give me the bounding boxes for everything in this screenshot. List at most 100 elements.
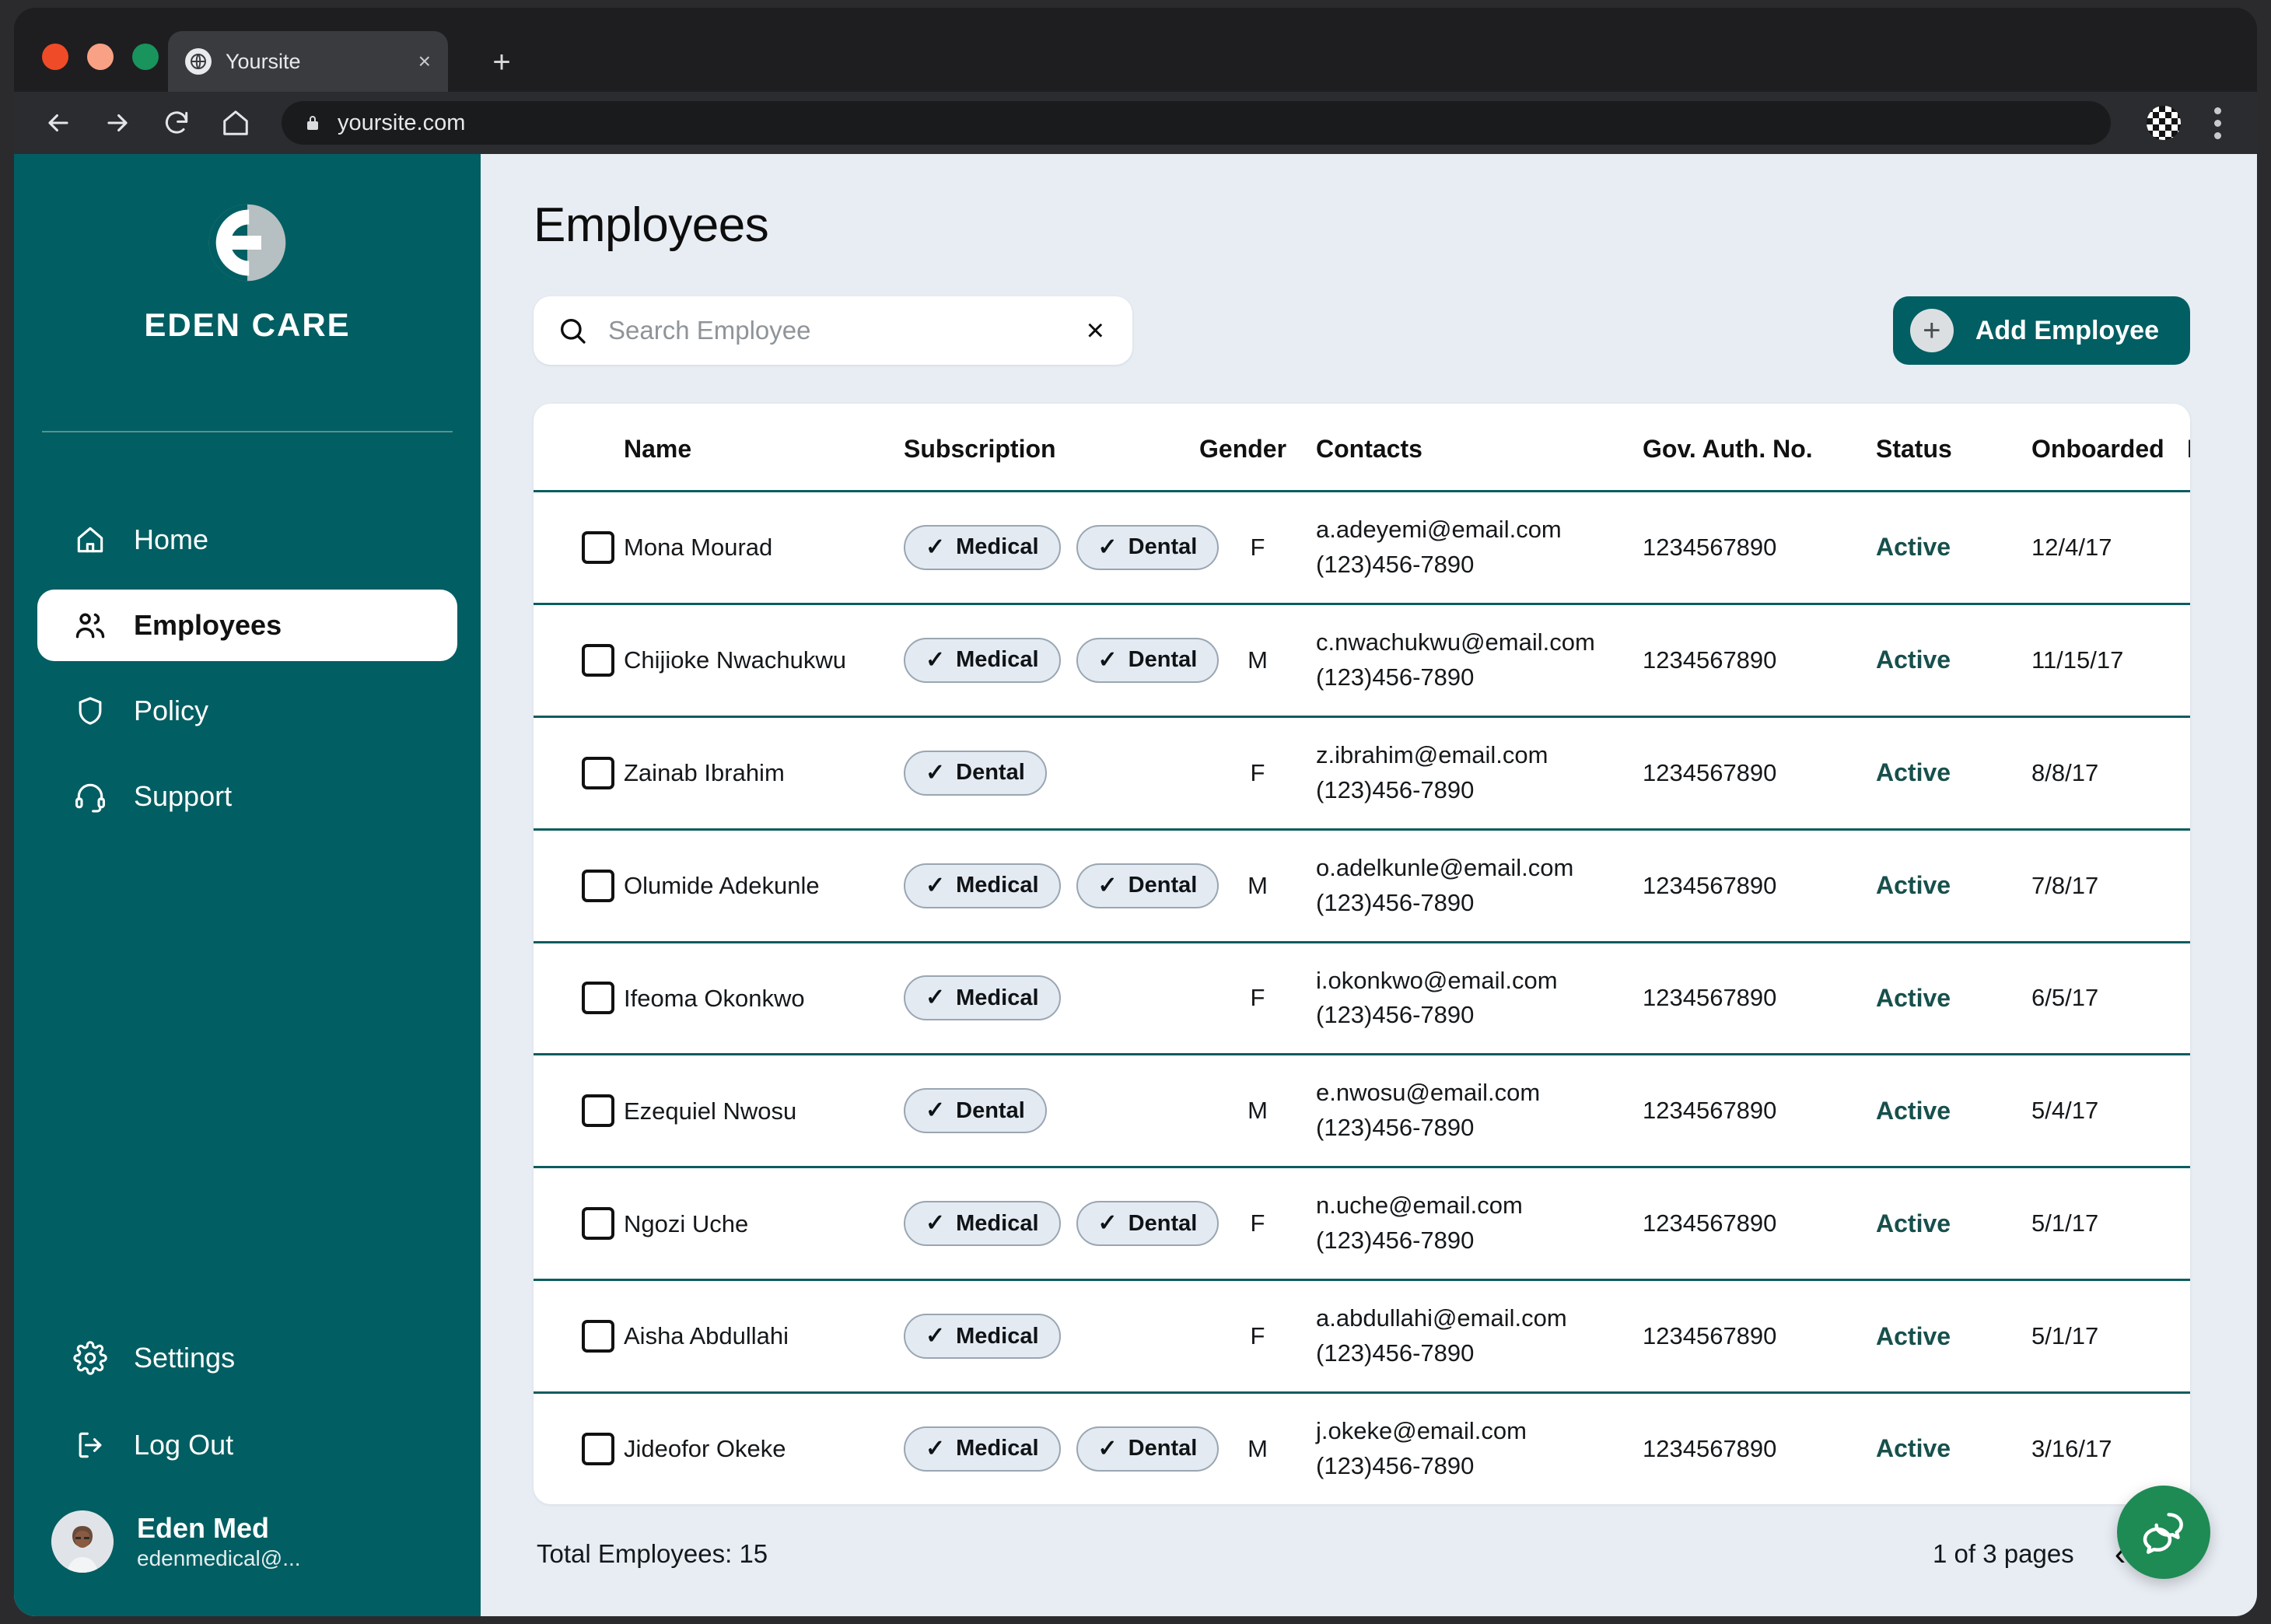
subscription-chip-dental[interactable]: ✓ Dental (1076, 637, 1219, 683)
status-badge: Active (1876, 1279, 2031, 1394)
new-tab-button[interactable]: + (485, 47, 519, 81)
subscription-chip-medical[interactable]: ✓ Medical (904, 1314, 1061, 1360)
subscription-chips: ✓ Dental (904, 1088, 1199, 1134)
subscription-chip-dental[interactable]: ✓ Dental (1076, 524, 1219, 570)
subscription-chip-dental[interactable]: ✓ Dental (1076, 1201, 1219, 1247)
page-indicator: 1 of 3 pages (1933, 1538, 2074, 1568)
table-row: Mona Mourad ✓ Medical ✓ Dental Fa.adeyemi@ema… (534, 491, 2190, 605)
table-header-row: Name Subscription Gender Contacts Gov. A… (534, 404, 2190, 492)
logout-icon (73, 1428, 107, 1462)
sidebar-item-settings[interactable]: Settings (37, 1322, 457, 1394)
clear-search-icon[interactable]: × (1082, 315, 1109, 346)
edit-row-button[interactable] (2187, 1203, 2190, 1240)
row-checkbox[interactable] (582, 1432, 614, 1465)
table-head: Name Subscription Gender Contacts Gov. A… (534, 404, 2190, 492)
table-row: Aisha Abdullahi ✓ Medical Fa.abdullahi@emai… (534, 1279, 2190, 1394)
chat-support-button[interactable] (2117, 1486, 2210, 1579)
sidebar-item-label: Employees (134, 609, 282, 641)
add-employee-button[interactable]: + Add Employee (1892, 296, 2190, 365)
employee-phone: (123)456-7890 (1316, 663, 1475, 691)
column-header-gov-auth: Gov. Auth. No. (1643, 404, 1876, 492)
sidebar-profile[interactable]: Eden Med edenmedical@... (14, 1481, 481, 1616)
check-icon: ✓ (1097, 646, 1118, 673)
back-icon[interactable] (40, 105, 76, 141)
check-icon: ✓ (926, 759, 946, 786)
sidebar-item-label: Log Out (134, 1429, 234, 1461)
status-badge: Active (1876, 1054, 2031, 1169)
profile-name: Eden Med (137, 1511, 270, 1544)
sidebar-item-home[interactable]: Home (37, 504, 457, 576)
employee-name: Ngozi Uche (624, 1167, 904, 1282)
subscription-chip-medical[interactable]: ✓ Medical (904, 863, 1061, 908)
subscription-chip-dental[interactable]: ✓ Dental (1076, 863, 1219, 908)
subscription-chip-medical[interactable]: ✓ Medical (904, 1201, 1061, 1247)
row-checkbox[interactable] (582, 1320, 614, 1353)
reload-icon[interactable] (159, 105, 194, 141)
subscription-chips: ✓ Dental (904, 750, 1199, 796)
subscription-chips: ✓ Medical ✓ Dental (904, 524, 1219, 570)
edit-cell (2187, 491, 2190, 605)
gov-auth-number: 1234567890 (1643, 1167, 1876, 1282)
edit-row-button[interactable] (2187, 1090, 2190, 1127)
employee-name: Chijioke Nwachukwu (624, 604, 904, 718)
subscription-chip-label: Medical (956, 1323, 1039, 1349)
row-checkbox[interactable] (582, 1207, 614, 1241)
column-header-subscription: Subscription (904, 404, 1199, 492)
address-bar[interactable]: yoursite.com (282, 101, 2111, 145)
subscription-cell: ✓ Medical ✓ Dental (904, 1393, 1219, 1504)
table-row: Jideofor Okeke ✓ Medical ✓ Dental Mj.okeke@em… (534, 1393, 2190, 1504)
close-tab-icon[interactable]: × (418, 49, 431, 74)
row-checkbox[interactable] (582, 643, 614, 677)
employee-email: c.nwachukwu@email.com (1316, 628, 1595, 656)
row-checkbox[interactable] (582, 1094, 614, 1128)
edit-row-button[interactable] (2187, 753, 2190, 789)
close-window-button[interactable] (42, 44, 68, 70)
employee-email: j.okeke@email.com (1316, 1417, 1527, 1444)
row-select-cell (534, 716, 624, 831)
gender-cell: F (1199, 716, 1316, 831)
sidebar-item-support[interactable]: Support (37, 761, 457, 832)
extensions-icon[interactable] (2147, 106, 2181, 140)
browser-tab[interactable]: Yoursite × (168, 31, 448, 92)
page-title: Employees (534, 198, 769, 252)
browser-menu-icon[interactable] (2204, 107, 2231, 139)
edit-row-button[interactable] (2187, 1316, 2190, 1353)
edit-row-button[interactable] (2187, 866, 2190, 902)
edit-row-button[interactable] (2187, 1429, 2190, 1465)
edit-row-button[interactable] (2187, 640, 2190, 677)
subscription-chip-medical[interactable]: ✓ Medical (904, 1426, 1061, 1472)
subscription-chip-dental[interactable]: ✓ Dental (1076, 1426, 1219, 1472)
subscription-chip-dental[interactable]: ✓ Dental (904, 750, 1047, 796)
subscription-chip-label: Medical (956, 1436, 1039, 1461)
maximize-window-button[interactable] (132, 44, 159, 70)
minimize-window-button[interactable] (87, 44, 114, 70)
search-input[interactable] (608, 316, 1062, 345)
check-icon: ✓ (926, 1097, 946, 1124)
total-employees-label: Total Employees: 15 (537, 1538, 768, 1568)
row-checkbox[interactable] (582, 982, 614, 1015)
edit-row-button[interactable] (2187, 527, 2190, 564)
search-box[interactable]: × (534, 296, 1132, 365)
row-checkbox[interactable] (582, 869, 614, 902)
home-icon[interactable] (218, 105, 254, 141)
subscription-chip-dental[interactable]: ✓ Dental (904, 1088, 1047, 1134)
check-icon: ✓ (926, 985, 946, 1011)
edit-row-button[interactable] (2187, 978, 2190, 1014)
employees-table: Name Subscription Gender Contacts Gov. A… (534, 404, 2190, 1504)
subscription-chip-medical[interactable]: ✓ Medical (904, 637, 1061, 683)
subscription-chip-medical[interactable]: ✓ Medical (904, 975, 1061, 1021)
row-select-cell (534, 491, 624, 605)
brand-block: EDEN CARE (14, 154, 481, 344)
row-checkbox[interactable] (582, 756, 614, 789)
sidebar-item-logout[interactable]: Log Out (37, 1409, 457, 1481)
home-icon (73, 523, 107, 557)
contacts-cell: o.adelkunle@email.com (123)456-7890 (1316, 829, 1643, 943)
sidebar-item-employees[interactable]: Employees (37, 590, 457, 661)
row-checkbox[interactable] (582, 530, 614, 564)
sidebar-item-policy[interactable]: Policy (37, 675, 457, 747)
edit-cell (2187, 1393, 2190, 1504)
subscription-chip-medical[interactable]: ✓ Medical (904, 524, 1061, 570)
onboarded-date: 5/1/17 (2031, 1279, 2187, 1394)
status-badge: Active (1876, 829, 2031, 943)
forward-icon[interactable] (100, 105, 135, 141)
